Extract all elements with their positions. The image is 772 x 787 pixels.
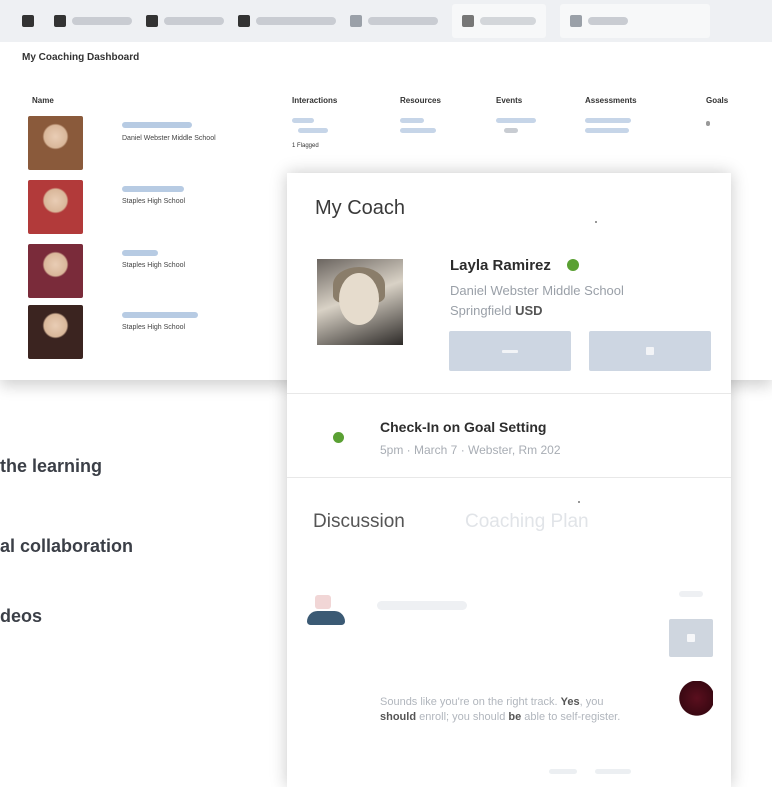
flagged-count: 1 Flagged bbox=[292, 143, 319, 149]
nav-item-groups[interactable] bbox=[350, 15, 438, 27]
event-link[interactable] bbox=[504, 128, 518, 133]
message-timestamp bbox=[679, 591, 703, 597]
coaching-icon bbox=[462, 15, 474, 27]
slide-bullet-text: deos bbox=[0, 606, 43, 626]
coach-avatar[interactable] bbox=[317, 259, 403, 345]
decorative-dot bbox=[578, 501, 580, 503]
dashboard-title: My Coaching Dashboard bbox=[22, 52, 140, 63]
video-call-button[interactable] bbox=[589, 331, 711, 371]
teacher-school: Daniel Webster Middle School bbox=[122, 135, 216, 142]
coach-school: Daniel Webster Middle School bbox=[450, 283, 624, 298]
resource-link[interactable] bbox=[400, 128, 436, 133]
post-reply-button[interactable] bbox=[669, 619, 713, 657]
message-coach-button[interactable] bbox=[449, 331, 571, 371]
nav-label-placeholder bbox=[164, 17, 224, 25]
avatar[interactable] bbox=[677, 681, 713, 719]
tab-coaching-plan[interactable]: Coaching Plan bbox=[465, 511, 589, 533]
slide-bullet-text: al collaboration bbox=[0, 536, 134, 556]
home-nav[interactable] bbox=[22, 15, 40, 27]
nav-item-courses[interactable] bbox=[54, 15, 132, 27]
tab-discussion[interactable]: Discussion bbox=[313, 511, 405, 533]
district-suffix: USD bbox=[515, 303, 543, 318]
teacher-school: Staples High School bbox=[122, 262, 186, 269]
panel-title: My Coach bbox=[315, 197, 406, 219]
interaction-link[interactable] bbox=[298, 128, 328, 133]
divider bbox=[287, 393, 731, 394]
avatar-head bbox=[315, 595, 331, 609]
interaction-link[interactable] bbox=[292, 118, 314, 123]
avatar-face bbox=[339, 273, 379, 325]
avatar[interactable] bbox=[28, 305, 83, 359]
people-icon bbox=[146, 15, 158, 27]
online-status-icon bbox=[567, 259, 579, 271]
goal-count bbox=[706, 121, 710, 126]
column-header-assessments[interactable]: Assessments bbox=[585, 96, 637, 105]
teacher-school: Staples High School bbox=[122, 324, 186, 331]
event-details: 5pm · March 7 · Webster, Rm 202 bbox=[380, 443, 561, 457]
folder-icon bbox=[54, 15, 66, 27]
coach-name[interactable]: Layla Ramirez bbox=[450, 257, 551, 274]
nav-label-placeholder bbox=[72, 17, 132, 25]
avatar[interactable] bbox=[28, 244, 83, 298]
message-input[interactable] bbox=[377, 601, 467, 610]
message-text: , you bbox=[579, 696, 604, 708]
divider bbox=[287, 477, 731, 478]
avatar-body bbox=[307, 611, 345, 625]
avatar[interactable] bbox=[28, 116, 83, 170]
message-action-link[interactable] bbox=[595, 769, 631, 774]
event-title[interactable]: Check-In on Goal Setting bbox=[380, 419, 546, 435]
nav-item-files[interactable] bbox=[238, 15, 336, 27]
column-header-name[interactable]: Name bbox=[32, 96, 54, 105]
teacher-name-link[interactable] bbox=[122, 186, 184, 192]
column-header-resources[interactable]: Resources bbox=[400, 96, 441, 105]
nav-label-placeholder bbox=[480, 17, 536, 25]
mail-icon bbox=[502, 350, 518, 353]
message-text: Sounds like you're on the right track. bbox=[380, 696, 561, 708]
group-icon bbox=[350, 15, 362, 27]
nav-label-placeholder bbox=[256, 17, 336, 25]
event-status-icon bbox=[333, 432, 344, 443]
top-navbar bbox=[0, 0, 772, 42]
discussion-message: Sounds like you're on the right track. Y… bbox=[380, 695, 640, 725]
my-coach-panel: My Coach Layla Ramirez Daniel Webster Mi… bbox=[287, 173, 731, 787]
assessment-link[interactable] bbox=[585, 128, 629, 133]
nav-item-people[interactable] bbox=[146, 15, 224, 27]
teacher-school: Staples High School bbox=[122, 198, 186, 205]
home-icon bbox=[22, 15, 34, 27]
assessment-link[interactable] bbox=[585, 118, 631, 123]
nav-item-coaching[interactable] bbox=[452, 4, 546, 38]
video-icon bbox=[646, 347, 654, 355]
avatar[interactable] bbox=[28, 180, 83, 234]
message-emphasis: Yes bbox=[560, 696, 580, 708]
message-emphasis: should bbox=[380, 711, 417, 723]
slide-bullet-text: the learning bbox=[0, 456, 103, 476]
message-emphasis: be bbox=[508, 711, 522, 723]
event-link[interactable] bbox=[496, 118, 536, 123]
nav-label-placeholder bbox=[368, 17, 438, 25]
column-header-interactions[interactable]: Interactions bbox=[292, 96, 337, 105]
search-placeholder bbox=[588, 17, 628, 25]
message-text: able to self-register. bbox=[521, 711, 621, 723]
column-header-goals[interactable]: Goals bbox=[706, 96, 728, 105]
send-icon bbox=[687, 634, 695, 642]
message-text: enroll; you should bbox=[416, 711, 509, 723]
message-action-link[interactable] bbox=[549, 769, 577, 774]
decorative-dot bbox=[595, 221, 597, 223]
teacher-name-link[interactable] bbox=[122, 250, 158, 256]
column-header-events[interactable]: Events bbox=[496, 96, 522, 105]
folder-icon bbox=[238, 15, 250, 27]
teacher-name-link[interactable] bbox=[122, 312, 198, 318]
district-name: Springfield bbox=[450, 303, 512, 318]
coach-district: Springfield USD bbox=[450, 303, 543, 318]
search-box[interactable] bbox=[560, 4, 710, 38]
avatar[interactable] bbox=[305, 595, 347, 631]
teacher-name-link[interactable] bbox=[122, 122, 192, 128]
search-icon bbox=[570, 15, 582, 27]
resource-link[interactable] bbox=[400, 118, 424, 123]
